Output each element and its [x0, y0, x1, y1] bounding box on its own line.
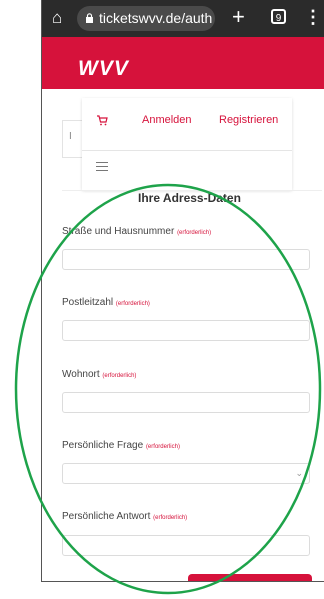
- answer-label: Persönliche Antwort (erforderlich): [62, 511, 188, 522]
- question-label: Persönliche Frage (erforderlich): [62, 440, 180, 451]
- city-input[interactable]: [62, 392, 310, 413]
- more-menu-icon[interactable]: ⋮: [304, 7, 322, 27]
- address-bar[interactable]: ticketswvv.de/auth: [77, 6, 215, 31]
- new-tab-icon[interactable]: +: [232, 4, 245, 30]
- cart-icon[interactable]: [96, 113, 108, 126]
- street-label: Straße und Hausnummer (erforderlich): [62, 226, 212, 237]
- required-tag: (erforderlich): [115, 301, 150, 307]
- postcode-input[interactable]: [62, 320, 310, 341]
- header-bar: WVV: [42, 37, 324, 89]
- required-tag: (erforderlich): [102, 373, 137, 379]
- required-tag: (erforderlich): [145, 444, 180, 450]
- wvv-logo[interactable]: WVV: [78, 58, 129, 80]
- registrieren-link[interactable]: Registrieren: [219, 114, 278, 126]
- url-text: ticketswvv.de/auth: [99, 10, 213, 26]
- required-tag: (erforderlich): [177, 230, 212, 236]
- question-select[interactable]: ⌄: [62, 463, 310, 484]
- submit-button[interactable]: [188, 574, 312, 581]
- required-tag: (erforderlich): [153, 515, 188, 521]
- browser-toolbar: ⌂ ticketswvv.de/auth + 9 ⋮: [42, 0, 324, 37]
- background-card: I: [62, 120, 83, 158]
- answer-input[interactable]: [62, 535, 310, 556]
- lock-icon: [85, 13, 94, 23]
- anmelden-link[interactable]: Anmelden: [142, 114, 192, 126]
- postcode-label: Postleitzahl (erforderlich): [62, 297, 150, 308]
- phone-screen: ⌂ ticketswvv.de/auth + 9 ⋮ WVV I Anmelde…: [41, 0, 324, 582]
- nav-dropdown: Anmelden Registrieren: [82, 98, 292, 190]
- hamburger-menu-icon[interactable]: [96, 162, 108, 172]
- city-label: Wohnort (erforderlich): [62, 369, 137, 380]
- background-card-text: I: [69, 131, 72, 142]
- home-icon[interactable]: ⌂: [52, 9, 70, 27]
- chevron-down-icon: ⌄: [295, 468, 303, 478]
- tab-switcher-button[interactable]: 9: [271, 9, 286, 24]
- street-input[interactable]: [62, 249, 310, 270]
- section-title: Ihre Adress-Daten: [138, 191, 241, 205]
- nav-divider: [82, 150, 292, 151]
